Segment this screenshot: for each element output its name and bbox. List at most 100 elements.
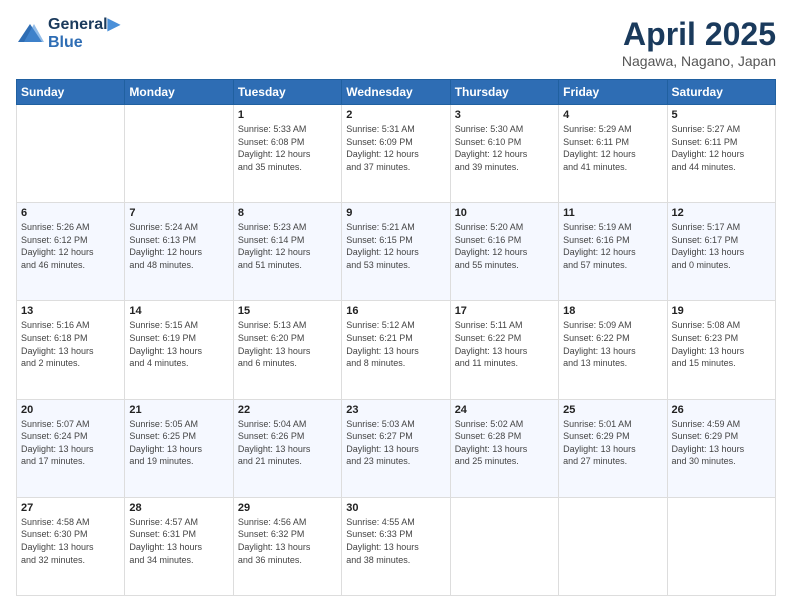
day-info: Sunrise: 4:59 AM Sunset: 6:29 PM Dayligh…	[672, 418, 771, 468]
day-info: Sunrise: 5:23 AM Sunset: 6:14 PM Dayligh…	[238, 221, 337, 271]
table-row	[667, 497, 775, 595]
day-number: 30	[346, 502, 445, 514]
day-number: 6	[21, 207, 120, 219]
table-row: 5 Sunrise: 5:27 AM Sunset: 6:11 PM Daylig…	[667, 105, 775, 203]
day-info: Sunrise: 5:27 AM Sunset: 6:11 PM Dayligh…	[672, 123, 771, 173]
table-row: 30 Sunrise: 4:55 AM Sunset: 6:33 PM Dayli…	[342, 497, 450, 595]
table-row: 4 Sunrise: 5:29 AM Sunset: 6:11 PM Daylig…	[559, 105, 667, 203]
col-tuesday: Tuesday	[233, 80, 341, 105]
day-number: 3	[455, 109, 554, 121]
day-number: 13	[21, 305, 120, 317]
day-info: Sunrise: 5:04 AM Sunset: 6:26 PM Dayligh…	[238, 418, 337, 468]
day-number: 2	[346, 109, 445, 121]
table-row: 24 Sunrise: 5:02 AM Sunset: 6:28 PM Dayli…	[450, 399, 558, 497]
day-number: 19	[672, 305, 771, 317]
day-info: Sunrise: 5:01 AM Sunset: 6:29 PM Dayligh…	[563, 418, 662, 468]
day-number: 29	[238, 502, 337, 514]
logo: General▶ Blue	[16, 16, 120, 53]
day-info: Sunrise: 5:30 AM Sunset: 6:10 PM Dayligh…	[455, 123, 554, 173]
day-info: Sunrise: 5:16 AM Sunset: 6:18 PM Dayligh…	[21, 319, 120, 369]
table-row: 27 Sunrise: 4:58 AM Sunset: 6:30 PM Dayli…	[17, 497, 125, 595]
day-number: 20	[21, 404, 120, 416]
day-info: Sunrise: 5:15 AM Sunset: 6:19 PM Dayligh…	[129, 319, 228, 369]
day-number: 16	[346, 305, 445, 317]
logo-icon	[16, 20, 44, 48]
day-number: 15	[238, 305, 337, 317]
table-row: 7 Sunrise: 5:24 AM Sunset: 6:13 PM Daylig…	[125, 203, 233, 301]
day-info: Sunrise: 5:29 AM Sunset: 6:11 PM Dayligh…	[563, 123, 662, 173]
table-row: 22 Sunrise: 5:04 AM Sunset: 6:26 PM Dayli…	[233, 399, 341, 497]
day-number: 12	[672, 207, 771, 219]
day-number: 28	[129, 502, 228, 514]
table-row: 23 Sunrise: 5:03 AM Sunset: 6:27 PM Dayli…	[342, 399, 450, 497]
day-number: 25	[563, 404, 662, 416]
day-number: 23	[346, 404, 445, 416]
calendar-week-row: 13 Sunrise: 5:16 AM Sunset: 6:18 PM Dayli…	[17, 301, 776, 399]
day-number: 17	[455, 305, 554, 317]
day-info: Sunrise: 5:26 AM Sunset: 6:12 PM Dayligh…	[21, 221, 120, 271]
day-info: Sunrise: 5:03 AM Sunset: 6:27 PM Dayligh…	[346, 418, 445, 468]
day-info: Sunrise: 4:58 AM Sunset: 6:30 PM Dayligh…	[21, 516, 120, 566]
table-row: 8Sunrise: 5:23 AM Sunset: 6:14 PM Daylig…	[233, 203, 341, 301]
day-info: Sunrise: 5:31 AM Sunset: 6:09 PM Dayligh…	[346, 123, 445, 173]
month-title: April 2025	[622, 16, 776, 53]
table-row: 3 Sunrise: 5:30 AM Sunset: 6:10 PM Daylig…	[450, 105, 558, 203]
day-info: Sunrise: 5:02 AM Sunset: 6:28 PM Dayligh…	[455, 418, 554, 468]
day-number: 24	[455, 404, 554, 416]
table-row: 9Sunrise: 5:21 AM Sunset: 6:15 PM Daylig…	[342, 203, 450, 301]
day-number: 10	[455, 207, 554, 219]
title-section: April 2025 Nagawa, Nagano, Japan	[622, 16, 776, 69]
table-row: 25 Sunrise: 5:01 AM Sunset: 6:29 PM Dayli…	[559, 399, 667, 497]
col-thursday: Thursday	[450, 80, 558, 105]
day-info: Sunrise: 5:08 AM Sunset: 6:23 PM Dayligh…	[672, 319, 771, 369]
col-wednesday: Wednesday	[342, 80, 450, 105]
page: General▶ Blue April 2025 Nagawa, Nagano,…	[0, 0, 792, 612]
table-row: 1Sunrise: 5:33 AM Sunset: 6:08 PM Daylig…	[233, 105, 341, 203]
logo-text-line1: General▶	[48, 16, 120, 34]
day-number: 14	[129, 305, 228, 317]
table-row: 17Sunrise: 5:11 AM Sunset: 6:22 PM Dayli…	[450, 301, 558, 399]
table-row	[450, 497, 558, 595]
day-info: Sunrise: 4:57 AM Sunset: 6:31 PM Dayligh…	[129, 516, 228, 566]
table-row: 12 Sunrise: 5:17 AM Sunset: 6:17 PM Dayli…	[667, 203, 775, 301]
header: General▶ Blue April 2025 Nagawa, Nagano,…	[16, 16, 776, 69]
col-monday: Monday	[125, 80, 233, 105]
table-row: 21Sunrise: 5:05 AM Sunset: 6:25 PM Dayli…	[125, 399, 233, 497]
table-row: 28 Sunrise: 4:57 AM Sunset: 6:31 PM Dayli…	[125, 497, 233, 595]
table-row: 6 Sunrise: 5:26 AM Sunset: 6:12 PM Daylig…	[17, 203, 125, 301]
table-row	[17, 105, 125, 203]
day-number: 26	[672, 404, 771, 416]
table-row: 14 Sunrise: 5:15 AM Sunset: 6:19 PM Dayli…	[125, 301, 233, 399]
table-row	[125, 105, 233, 203]
table-row: 18Sunrise: 5:09 AM Sunset: 6:22 PM Dayli…	[559, 301, 667, 399]
col-saturday: Saturday	[667, 80, 775, 105]
day-info: Sunrise: 5:21 AM Sunset: 6:15 PM Dayligh…	[346, 221, 445, 271]
day-number: 4	[563, 109, 662, 121]
day-number: 27	[21, 502, 120, 514]
table-row	[559, 497, 667, 595]
table-row: 16 Sunrise: 5:12 AM Sunset: 6:21 PM Dayli…	[342, 301, 450, 399]
day-info: Sunrise: 5:24 AM Sunset: 6:13 PM Dayligh…	[129, 221, 228, 271]
table-row: 26 Sunrise: 4:59 AM Sunset: 6:29 PM Dayli…	[667, 399, 775, 497]
day-info: Sunrise: 5:17 AM Sunset: 6:17 PM Dayligh…	[672, 221, 771, 271]
table-row: 15Sunrise: 5:13 AM Sunset: 6:20 PM Dayli…	[233, 301, 341, 399]
calendar-week-row: 6 Sunrise: 5:26 AM Sunset: 6:12 PM Daylig…	[17, 203, 776, 301]
calendar-header-row: Sunday Monday Tuesday Wednesday Thursday…	[17, 80, 776, 105]
location: Nagawa, Nagano, Japan	[622, 53, 776, 69]
day-info: Sunrise: 5:05 AM Sunset: 6:25 PM Dayligh…	[129, 418, 228, 468]
day-number: 22	[238, 404, 337, 416]
day-info: Sunrise: 4:56 AM Sunset: 6:32 PM Dayligh…	[238, 516, 337, 566]
day-number: 5	[672, 109, 771, 121]
day-info: Sunrise: 4:55 AM Sunset: 6:33 PM Dayligh…	[346, 516, 445, 566]
day-info: Sunrise: 5:33 AM Sunset: 6:08 PM Dayligh…	[238, 123, 337, 173]
day-number: 18	[563, 305, 662, 317]
table-row: 13 Sunrise: 5:16 AM Sunset: 6:18 PM Dayli…	[17, 301, 125, 399]
col-friday: Friday	[559, 80, 667, 105]
table-row: 2 Sunrise: 5:31 AM Sunset: 6:09 PM Daylig…	[342, 105, 450, 203]
day-info: Sunrise: 5:12 AM Sunset: 6:21 PM Dayligh…	[346, 319, 445, 369]
day-info: Sunrise: 5:19 AM Sunset: 6:16 PM Dayligh…	[563, 221, 662, 271]
table-row: 19 Sunrise: 5:08 AM Sunset: 6:23 PM Dayli…	[667, 301, 775, 399]
logo-text-line2: Blue	[48, 34, 120, 52]
day-number: 7	[129, 207, 228, 219]
day-info: Sunrise: 5:07 AM Sunset: 6:24 PM Dayligh…	[21, 418, 120, 468]
